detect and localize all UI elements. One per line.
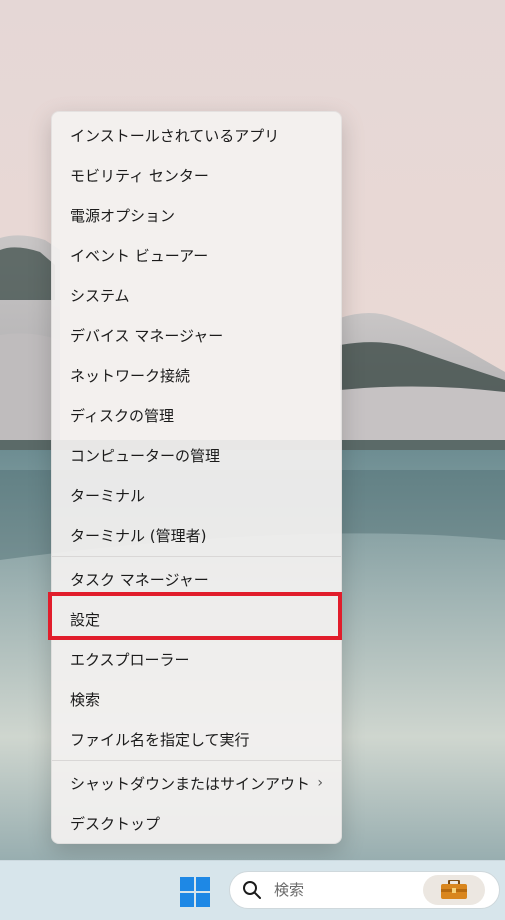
menu-item-task-manager[interactable]: タスク マネージャー: [52, 561, 341, 597]
menu-item-label: モビリティ センター: [70, 166, 209, 185]
menu-item-label: イベント ビューアー: [70, 246, 209, 265]
search-icon: [243, 881, 261, 899]
menu-item-label: 設定: [70, 610, 101, 629]
menu-item-label: エクスプローラー: [70, 650, 190, 669]
menu-item-label: タスク マネージャー: [70, 570, 209, 589]
menu-item-label: コンピューターの管理: [70, 446, 221, 465]
menu-item-label: 検索: [70, 690, 101, 709]
menu-item-label: ターミナル (管理者): [70, 526, 207, 545]
briefcase-icon: [441, 880, 467, 899]
menu-item-label: ターミナル: [70, 486, 146, 505]
menu-item-label: シャットダウンまたはサインアウト: [70, 774, 311, 793]
menu-item-label: インストールされているアプリ: [70, 126, 280, 145]
menu-item-desktop[interactable]: デスクトップ: [52, 805, 341, 841]
menu-item-system[interactable]: システム: [52, 277, 341, 313]
menu-item-network-connections[interactable]: ネットワーク接続: [52, 357, 341, 393]
menu-item-installed-apps[interactable]: インストールされているアプリ: [52, 117, 341, 153]
menu-item-settings[interactable]: 設定: [52, 601, 341, 637]
menu-item-device-manager[interactable]: デバイス マネージャー: [52, 317, 341, 353]
menu-item-label: システム: [70, 286, 130, 305]
menu-item-shutdown-signout[interactable]: シャットダウンまたはサインアウト ›: [52, 765, 341, 801]
menu-item-computer-management[interactable]: コンピューターの管理: [52, 437, 341, 473]
search-placeholder: 検索: [274, 881, 305, 899]
menu-separator: [52, 760, 341, 761]
menu-item-event-viewer[interactable]: イベント ビューアー: [52, 237, 341, 273]
menu-item-terminal[interactable]: ターミナル: [52, 477, 341, 513]
menu-item-file-explorer[interactable]: エクスプローラー: [52, 641, 341, 677]
menu-item-run[interactable]: ファイル名を指定して実行: [52, 721, 341, 757]
menu-item-label: ファイル名を指定して実行: [70, 730, 250, 749]
chevron-right-icon: ›: [317, 775, 323, 791]
menu-item-label: 電源オプション: [70, 206, 176, 225]
menu-item-terminal-admin[interactable]: ターミナル (管理者): [52, 517, 341, 553]
windows-logo-icon: [180, 877, 210, 907]
menu-item-power-options[interactable]: 電源オプション: [52, 197, 341, 233]
menu-item-label: デスクトップ: [70, 814, 161, 833]
start-button[interactable]: [179, 876, 211, 908]
menu-item-label: ディスクの管理: [70, 406, 174, 425]
menu-separator: [52, 556, 341, 557]
menu-item-search[interactable]: 検索: [52, 681, 341, 717]
menu-item-label: ネットワーク接続: [70, 366, 191, 385]
search-highlight-badge[interactable]: [423, 875, 485, 905]
menu-item-disk-management[interactable]: ディスクの管理: [52, 397, 341, 433]
context-menu: インストールされているアプリ モビリティ センター 電源オプション イベント ビ…: [51, 111, 342, 844]
menu-item-mobility-center[interactable]: モビリティ センター: [52, 157, 341, 193]
menu-item-label: デバイス マネージャー: [70, 326, 224, 345]
taskbar-search-box[interactable]: 検索: [229, 871, 500, 909]
